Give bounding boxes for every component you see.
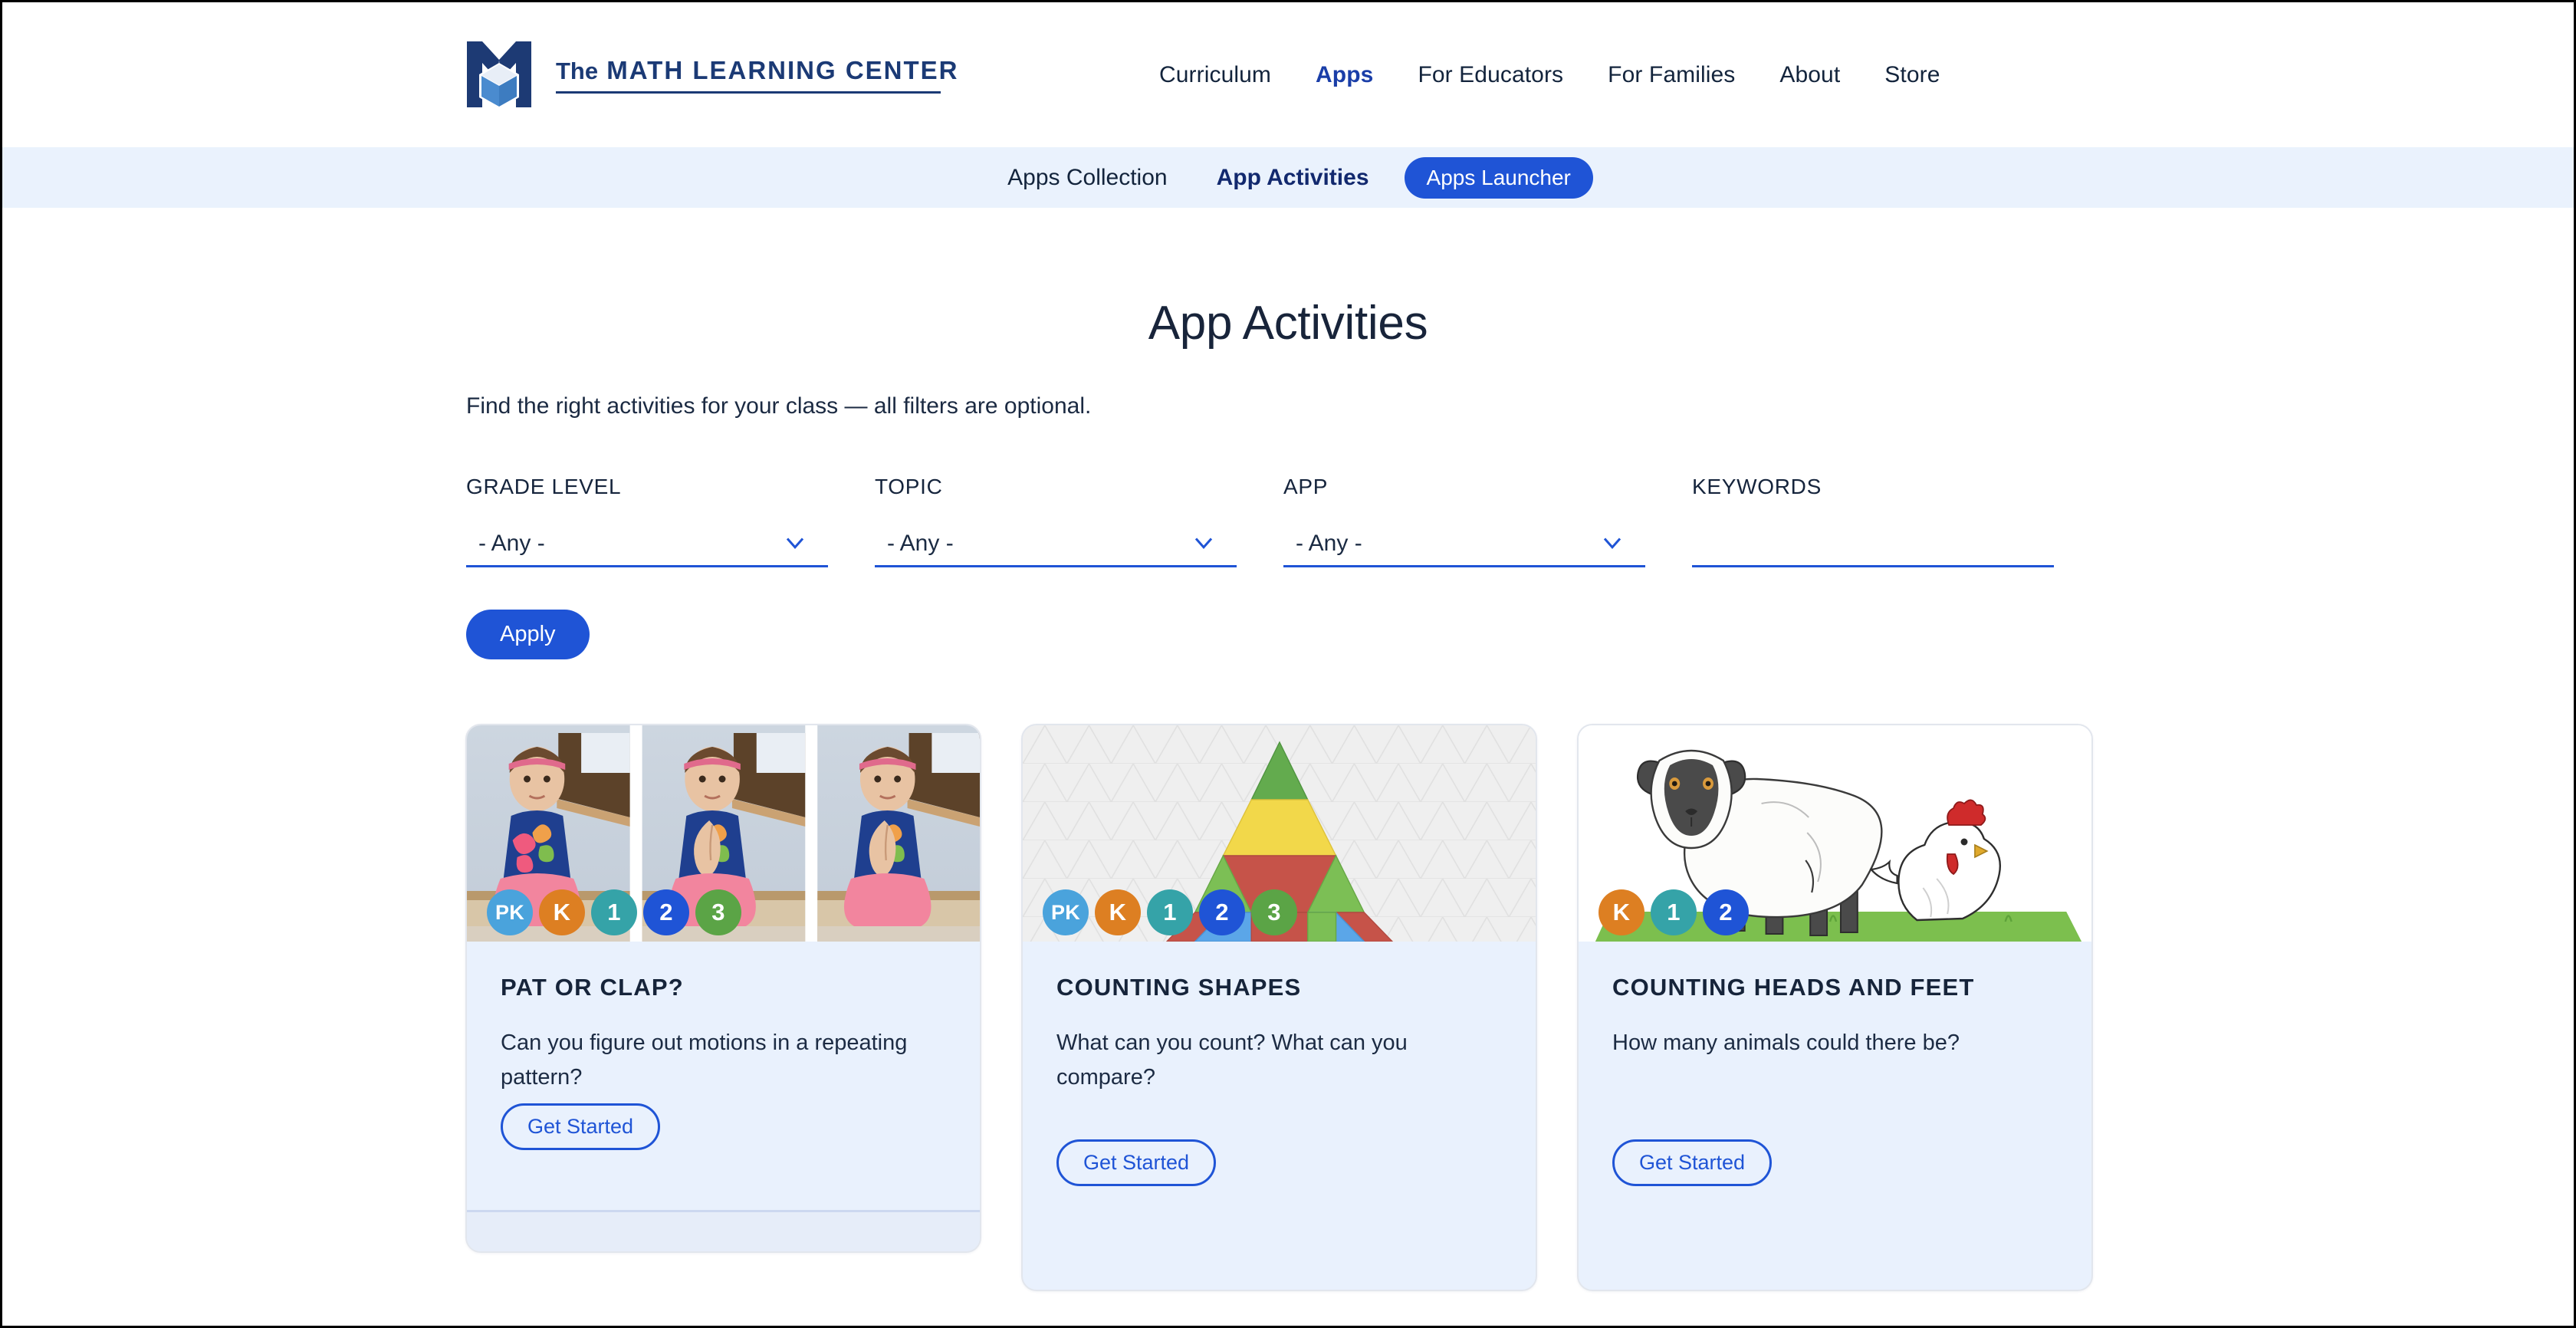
filter-label-topic: TOPIC bbox=[875, 475, 943, 498]
chevron-down-icon bbox=[786, 537, 804, 550]
filter-topic: TOPIC - Any - bbox=[875, 475, 1237, 567]
main-content: App Activities Find the right activities… bbox=[2, 208, 2574, 1291]
nav-item-store[interactable]: Store bbox=[1862, 62, 1962, 88]
grade-badge-1: 1 bbox=[1651, 889, 1697, 935]
apply-button[interactable]: Apply bbox=[466, 610, 590, 659]
grade-badge-pk: PK bbox=[487, 889, 533, 935]
browser-page: The MATH LEARNING CENTER Curriculum Apps… bbox=[0, 0, 2576, 1328]
subnav-item-apps-collection[interactable]: Apps Collection bbox=[983, 165, 1191, 191]
apps-subnav: Apps Collection App Activities Apps Laun… bbox=[2, 147, 2574, 208]
grade-badge-pk: PK bbox=[1043, 889, 1089, 935]
site-header: The MATH LEARNING CENTER Curriculum Apps… bbox=[2, 2, 2574, 147]
card-body: COUNTING SHAPES What can you count? What… bbox=[1023, 942, 1536, 1095]
grade-badge-k: K bbox=[1095, 889, 1141, 935]
filter-label-app: APP bbox=[1283, 475, 1329, 498]
card-description: Can you figure out motions in a repeatin… bbox=[501, 1031, 908, 1090]
activity-card[interactable]: PK K 1 2 3 PAT OR CLAP? Can you figure o… bbox=[465, 724, 981, 1253]
grade-badges: K 1 2 bbox=[1598, 889, 1749, 935]
grade-badge-2: 2 bbox=[1703, 889, 1749, 935]
nav-item-apps[interactable]: Apps bbox=[1293, 62, 1395, 88]
filter-grade-level: GRADE LEVEL - Any - bbox=[466, 475, 828, 567]
grade-level-select[interactable]: - Any - bbox=[466, 522, 828, 567]
topic-value: - Any - bbox=[887, 531, 954, 556]
card-media-photo-triptych-child-clapping: PK K 1 2 3 bbox=[467, 725, 980, 942]
page-intro: Find the right activities for your class… bbox=[466, 393, 1092, 419]
grade-badge-k: K bbox=[539, 889, 585, 935]
filter-keywords: KEYWORDS bbox=[1692, 475, 2054, 567]
nav-item-curriculum[interactable]: Curriculum bbox=[1137, 62, 1293, 88]
nav-item-for-educators[interactable]: For Educators bbox=[1395, 62, 1585, 88]
grade-badges: PK K 1 2 3 bbox=[487, 889, 741, 935]
app-value: - Any - bbox=[1296, 531, 1362, 556]
card-title: COUNTING SHAPES bbox=[1056, 974, 1302, 1001]
topic-select[interactable]: - Any - bbox=[875, 522, 1237, 567]
card-title: COUNTING HEADS AND FEET bbox=[1612, 974, 1975, 1001]
grade-badge-2: 2 bbox=[1199, 889, 1245, 935]
grade-badge-3: 3 bbox=[1251, 889, 1297, 935]
app-select[interactable]: - Any - bbox=[1283, 522, 1645, 567]
chevron-down-icon bbox=[1194, 537, 1213, 550]
card-body: PAT OR CLAP? Can you figure out motions … bbox=[467, 942, 980, 1095]
nav-item-for-families[interactable]: For Families bbox=[1585, 62, 1757, 88]
card-title: PAT OR CLAP? bbox=[501, 974, 684, 1001]
site-logo[interactable]: The MATH LEARNING CENTER bbox=[464, 37, 959, 112]
card-body: COUNTING HEADS AND FEET How many animals… bbox=[1579, 942, 2091, 1060]
nav-item-about[interactable]: About bbox=[1757, 62, 1862, 88]
page-title: App Activities bbox=[1148, 297, 1428, 350]
activity-card[interactable]: PK K 1 2 3 COUNTING SHAPES What can you … bbox=[1021, 724, 1537, 1291]
brand-underline bbox=[556, 90, 941, 94]
grade-badge-3: 3 bbox=[695, 889, 741, 935]
card-media-pattern-blocks-triangle: PK K 1 2 3 bbox=[1023, 725, 1536, 942]
get-started-button[interactable]: Get Started bbox=[501, 1103, 661, 1150]
apply-row: Apply bbox=[2, 610, 2574, 659]
chevron-down-icon bbox=[1603, 537, 1622, 550]
filter-bar: GRADE LEVEL - Any - TOPIC - Any - APP - … bbox=[2, 475, 2574, 567]
grade-badge-1: 1 bbox=[591, 889, 637, 935]
grade-badge-k: K bbox=[1598, 889, 1644, 935]
main-navigation: Curriculum Apps For Educators For Famili… bbox=[1137, 2, 1963, 147]
mlc-m-cube-logo-icon bbox=[467, 41, 531, 109]
grade-level-value: - Any - bbox=[478, 531, 545, 556]
grade-badges: PK K 1 2 3 bbox=[1043, 889, 1297, 935]
subnav-item-app-activities[interactable]: App Activities bbox=[1192, 165, 1394, 191]
get-started-button[interactable]: Get Started bbox=[1056, 1139, 1217, 1186]
filter-label-keywords: KEYWORDS bbox=[1692, 475, 1822, 498]
brand-name: The MATH LEARNING CENTER bbox=[556, 55, 959, 84]
keywords-input[interactable] bbox=[1692, 530, 2054, 557]
subnav-item-apps-launcher[interactable]: Apps Launcher bbox=[1404, 156, 1593, 199]
card-footer bbox=[467, 1212, 980, 1251]
activity-card[interactable]: K 1 2 COUNTING HEADS AND FEET How many a… bbox=[1577, 724, 2093, 1291]
filter-app: APP - Any - bbox=[1283, 475, 1645, 567]
filter-label-grade-level: GRADE LEVEL bbox=[466, 475, 622, 498]
card-description: How many animals could there be? bbox=[1612, 1031, 1960, 1055]
card-media-sheep-and-chicken: K 1 2 bbox=[1579, 725, 2091, 942]
card-description: What can you count? What can you compare… bbox=[1056, 1031, 1408, 1090]
keywords-field-wrap[interactable] bbox=[1692, 522, 2054, 567]
grade-badge-2: 2 bbox=[643, 889, 689, 935]
brand-text: The MATH LEARNING CENTER bbox=[556, 56, 959, 94]
activity-card-grid: PK K 1 2 3 PAT OR CLAP? Can you figure o… bbox=[2, 724, 2574, 1291]
grade-badge-1: 1 bbox=[1147, 889, 1193, 935]
get-started-button[interactable]: Get Started bbox=[1612, 1139, 1773, 1186]
